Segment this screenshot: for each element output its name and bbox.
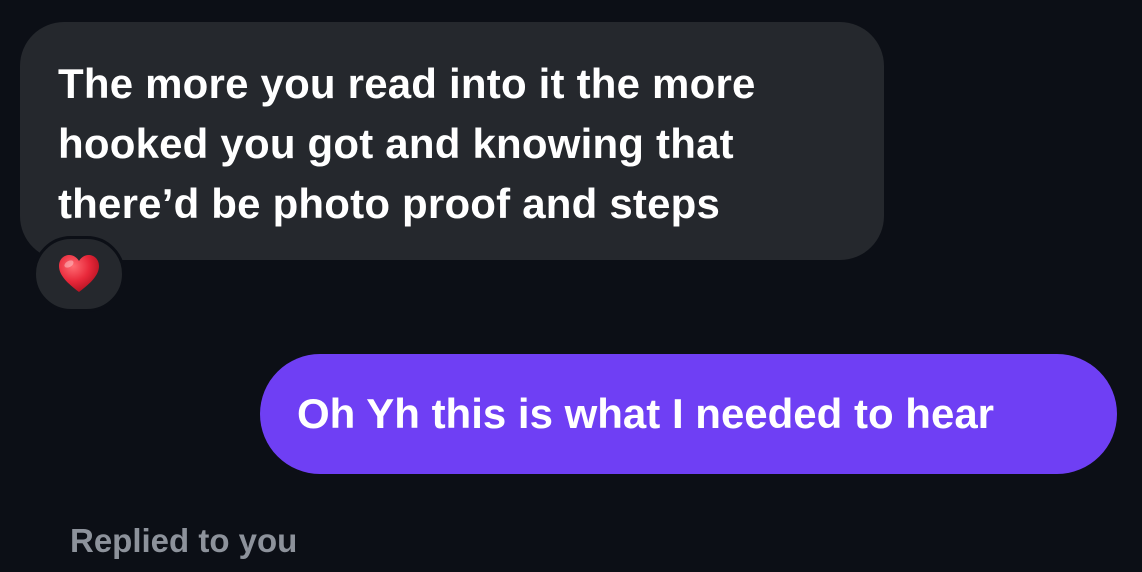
- incoming-message-text: The more you read into it the more hooke…: [58, 60, 756, 227]
- chat-thread: The more you read into it the more hooke…: [0, 0, 1142, 572]
- outgoing-message-text: Oh Yh this is what I needed to hear: [297, 390, 995, 437]
- outgoing-message-bubble[interactable]: Oh Yh this is what I needed to hear: [260, 354, 1117, 474]
- reply-status-label: Replied to you: [70, 522, 298, 559]
- incoming-message-bubble[interactable]: The more you read into it the more hooke…: [20, 22, 884, 260]
- message-reaction[interactable]: [33, 236, 125, 312]
- red-heart-icon: [59, 255, 99, 292]
